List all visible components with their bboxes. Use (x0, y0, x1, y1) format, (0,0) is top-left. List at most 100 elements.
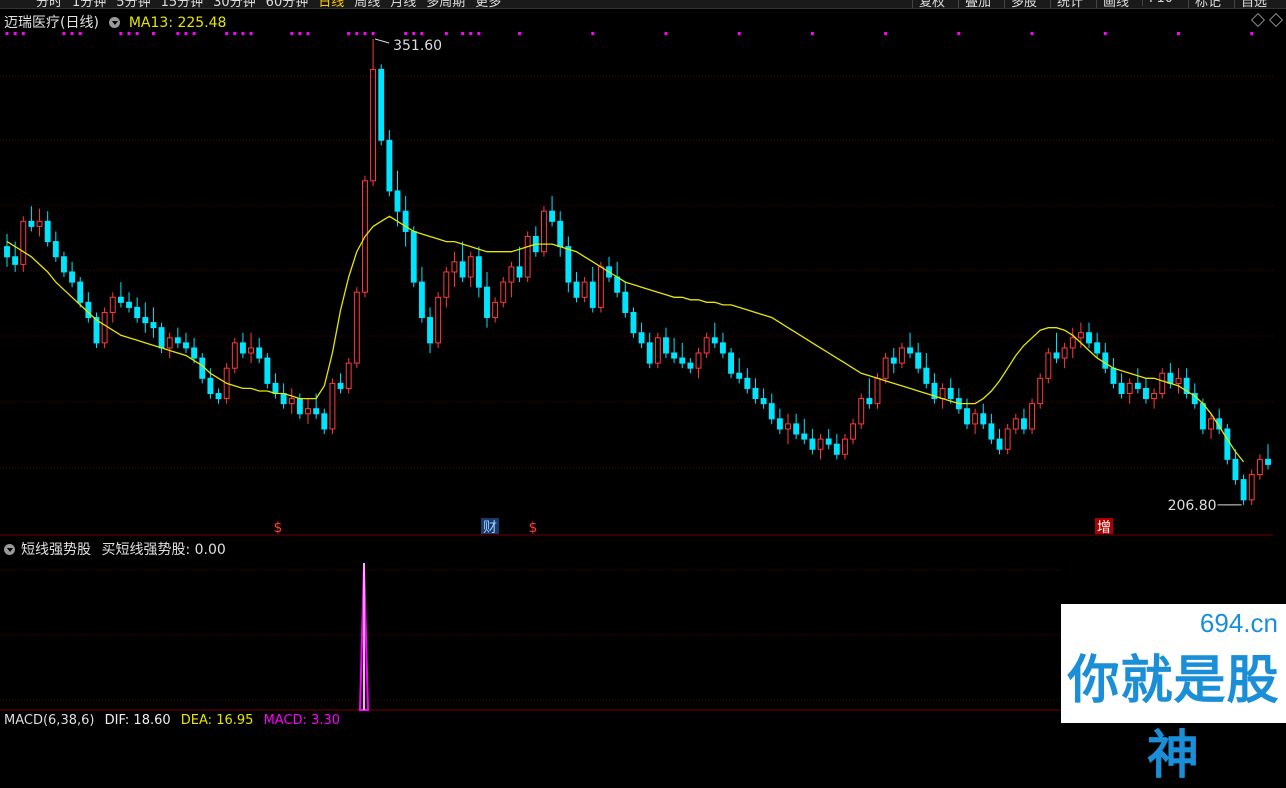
signal-dot-51 (420, 32, 424, 35)
candle-body-132 (1077, 332, 1084, 339)
candle-body-124 (1012, 418, 1019, 430)
signal-dot-99 (810, 32, 814, 35)
watermark-site: 694.cn (1199, 608, 1278, 638)
candle-body-2 (20, 220, 27, 265)
candle-body-94 (768, 403, 775, 420)
candle-body-61 (500, 281, 507, 303)
candle-body-150 (1224, 428, 1231, 460)
candle-body-135 (1102, 352, 1109, 369)
candle-body-42 (345, 362, 352, 389)
candle-body-4 (36, 220, 43, 227)
candle-body-50 (410, 230, 417, 283)
candle-body-104 (850, 423, 857, 440)
candle-body-21 (174, 337, 181, 344)
signal-dot-117 (957, 32, 961, 35)
candle-body-46 (378, 68, 385, 141)
signal-dot-1 (13, 32, 17, 35)
candle-body-57 (467, 256, 474, 278)
candle-body-138 (1126, 382, 1133, 395)
candle-body-136 (1110, 367, 1117, 384)
signal-dot-63 (518, 32, 522, 35)
candle-body-123 (1004, 428, 1011, 450)
candle-body-111 (907, 347, 913, 354)
signal-dot-43 (355, 32, 359, 35)
candle-body-38 (313, 408, 320, 415)
signal-dot-54 (444, 32, 448, 35)
candle-body-58 (475, 256, 482, 288)
candle-body-126 (1029, 403, 1036, 430)
candle-body-120 (980, 413, 987, 425)
candle-body-29 (239, 342, 246, 354)
candle-body-84 (687, 362, 694, 369)
candle-body-20 (166, 337, 173, 349)
candle-body-15 (126, 301, 132, 308)
candle-body-24 (199, 357, 206, 379)
indicator-value: 买短线强势股: 0.00 (101, 542, 226, 558)
signal-dot-30 (249, 32, 253, 35)
signal-dot-35 (290, 32, 294, 35)
candle-body-143 (1167, 372, 1174, 384)
candle-body-51 (418, 281, 425, 319)
candle-body-106 (866, 398, 873, 405)
candle-body-49 (402, 210, 409, 232)
candle-body-35 (288, 398, 295, 405)
candle-body-97 (793, 423, 800, 435)
candle-body-78 (638, 332, 645, 344)
signal-dot-27 (225, 32, 229, 35)
candle-body-99 (809, 438, 816, 450)
candle-body-28 (231, 342, 238, 369)
candle-body-41 (337, 382, 344, 389)
candle-body-9 (77, 281, 84, 303)
candle-body-147 (1199, 403, 1206, 430)
candle-body-119 (972, 413, 979, 425)
signal-dot-18 (151, 32, 155, 35)
signal-dot-21 (176, 32, 180, 35)
candle-body-86 (703, 337, 710, 354)
candle-body-130 (1061, 347, 1068, 359)
candle-body-47 (386, 139, 393, 192)
candle-body-68 (557, 220, 564, 248)
candle-body-140 (1143, 387, 1149, 400)
high-arrow (374, 38, 390, 44)
signal-dot-42 (347, 32, 351, 35)
signal-dot-14 (119, 32, 123, 35)
signal-dot-57 (469, 32, 473, 35)
candle-body-7 (61, 256, 67, 273)
candle-body-141 (1151, 393, 1158, 400)
watermark-slogan: 你就是股神 (1067, 651, 1280, 786)
signal-dot-135 (1103, 32, 1107, 35)
macd-name: MACD(6,38,6) (4, 713, 95, 728)
candle-body-95 (776, 418, 783, 430)
candle-body-87 (711, 337, 718, 344)
candle-body-18 (150, 322, 157, 329)
candle-body-37 (305, 408, 311, 415)
candle-body-109 (890, 357, 897, 364)
candle-body-81 (663, 337, 669, 354)
candle-body-1 (12, 256, 19, 265)
event-marker-0: $ (274, 520, 283, 536)
candle-body-16 (134, 306, 141, 319)
signal-dot-37 (306, 32, 310, 35)
candle-body-55 (451, 261, 458, 273)
candle-body-43 (353, 291, 360, 364)
signal-dot-58 (477, 32, 481, 35)
candle-body-67 (549, 210, 556, 222)
indicator-circle-icon[interactable] (4, 544, 15, 555)
candle-body-92 (752, 387, 759, 400)
candle-body-85 (695, 352, 702, 369)
signal-dot-22 (184, 32, 188, 35)
candle-body-53 (435, 296, 442, 344)
candle-body-131 (1069, 337, 1076, 349)
signal-dot-16 (135, 32, 139, 35)
signal-dot-50 (412, 32, 416, 35)
candle-body-137 (1118, 382, 1125, 395)
candle-body-129 (1053, 352, 1060, 359)
candle-body-93 (760, 398, 767, 405)
candle-body-75 (614, 276, 621, 293)
candle-body-69 (565, 246, 572, 283)
signal-dot-81 (664, 32, 668, 35)
candle-body-34 (280, 393, 287, 405)
macd-dif: DIF: 18.60 (104, 713, 171, 728)
signal-dot-29 (241, 32, 245, 35)
candle-body-10 (85, 301, 92, 319)
